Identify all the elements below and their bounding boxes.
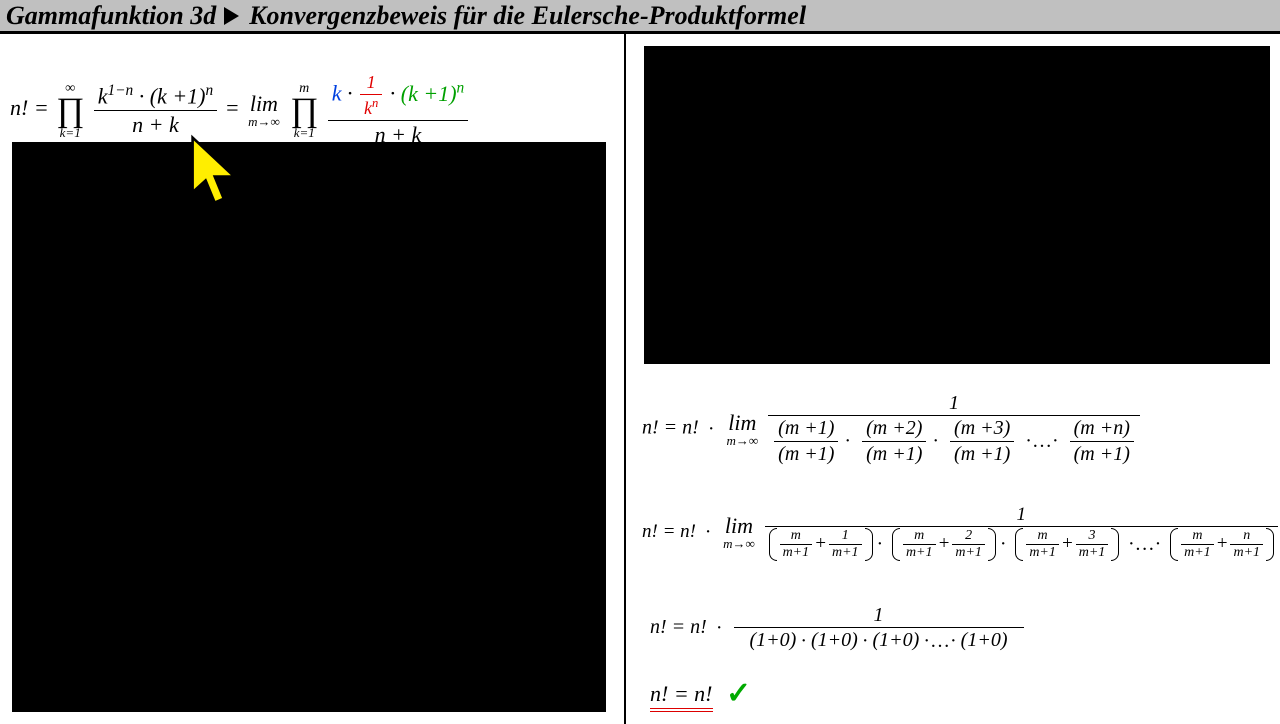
content-area: n! = ∞ ∏ k=1 k1−n · (k +1)n n + k = lim … bbox=[0, 34, 1280, 720]
equation-3: n! = n! · lim m→∞ 1 mm+1+1m+1 · mm+1+2m+… bbox=[642, 504, 1280, 561]
equation-5: n! = n! ✓ bbox=[650, 676, 751, 711]
header-title-right: Konvergenzbeweis für die Eulersche-Produ… bbox=[249, 1, 806, 31]
equation-1: n! = ∞ ∏ k=1 k1−n · (k +1)n n + k = lim … bbox=[10, 72, 470, 148]
header-triangle-icon bbox=[224, 7, 239, 25]
equation-2: n! = n! · lim m→∞ 1 (m +1)(m +1)· (m +2)… bbox=[642, 392, 1142, 466]
checkmark-icon: ✓ bbox=[726, 677, 751, 710]
vertical-divider bbox=[624, 34, 626, 724]
black-panel-left bbox=[12, 142, 606, 712]
equation-4: n! = n! · 1 (1+0)·(1+0)·(1+0)·…·(1+0) bbox=[650, 604, 1026, 653]
result-text: n! = n! bbox=[650, 681, 713, 712]
header-title-left: Gammafunktion 3d bbox=[6, 1, 216, 31]
black-panel-right bbox=[644, 46, 1270, 364]
page-header: Gammafunktion 3d Konvergenzbeweis für di… bbox=[0, 0, 1280, 34]
